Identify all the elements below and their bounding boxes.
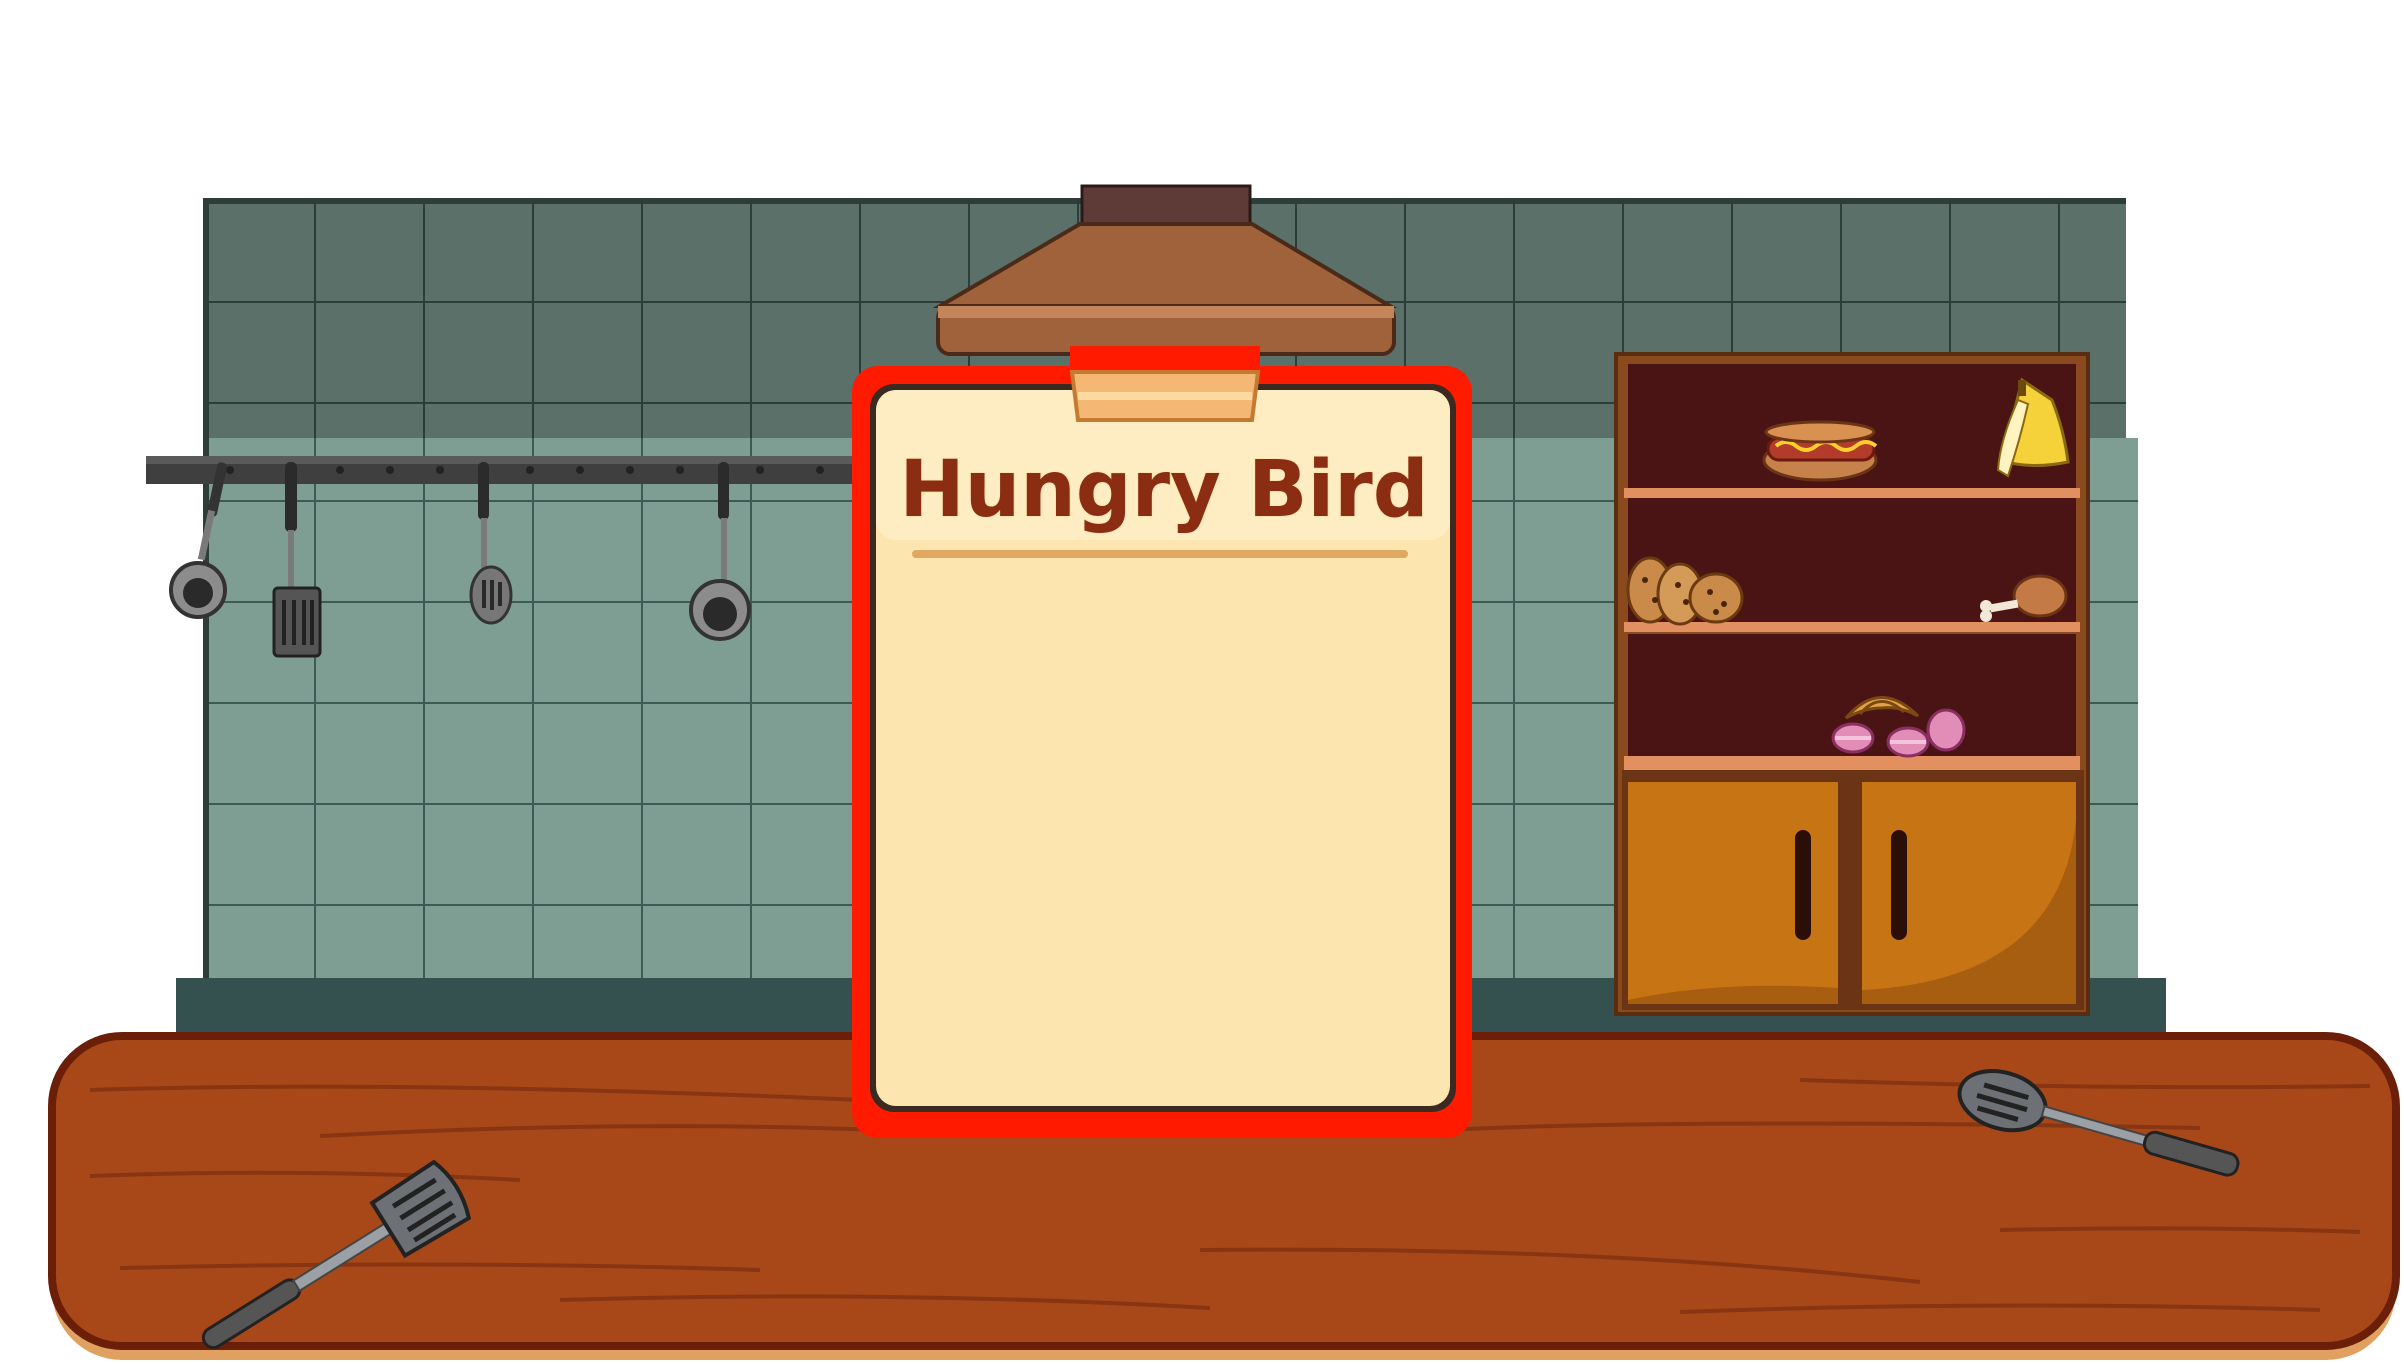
hotdog-icon [1762, 420, 1878, 482]
clipboard-clip [1069, 346, 1261, 422]
pantry-shelf [1614, 352, 2090, 1016]
game-title: Hungry Bird [899, 445, 1428, 535]
kitchen-scene: Hungry Bird [48, 184, 2400, 1360]
